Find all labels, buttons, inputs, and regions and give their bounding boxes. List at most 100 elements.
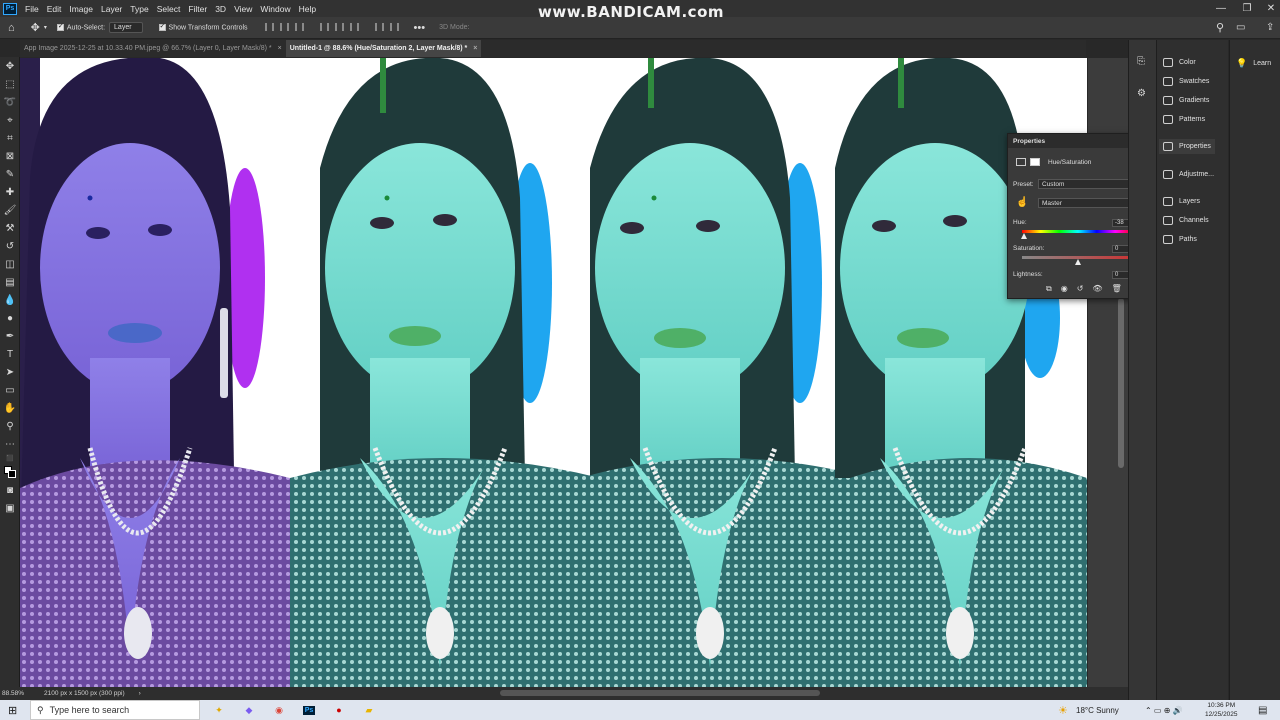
taskbar-search[interactable]: ⚲ Type here to search bbox=[30, 700, 200, 720]
crop-tool-icon[interactable]: ⌗ bbox=[0, 129, 20, 147]
dodge-tool-icon[interactable]: ● bbox=[0, 309, 20, 327]
photoshop-logo-icon[interactable]: Ps bbox=[3, 2, 17, 15]
edit-toolbar-icon[interactable]: ⋯ bbox=[0, 435, 20, 453]
pen-tool-icon[interactable]: ✒ bbox=[0, 327, 20, 345]
clock[interactable]: 10:36 PM 12/25/2025 bbox=[1205, 701, 1238, 719]
hue-slider[interactable] bbox=[1022, 230, 1134, 233]
clone-stamp-tool-icon[interactable]: ⚒ bbox=[0, 219, 20, 237]
default-colors-icon[interactable]: ⬛ bbox=[0, 453, 20, 463]
preset-dropdown[interactable]: Custom ▾ bbox=[1038, 179, 1138, 189]
type-tool-icon[interactable]: T bbox=[0, 345, 20, 363]
blur-tool-icon[interactable]: 💧 bbox=[0, 291, 20, 309]
scrollbar-thumb[interactable] bbox=[1118, 298, 1124, 468]
menu-file[interactable]: File bbox=[21, 4, 43, 14]
panel-layers[interactable]: Layers bbox=[1163, 197, 1200, 206]
lasso-tool-icon[interactable]: ➰ bbox=[0, 93, 20, 111]
weather-text[interactable]: 18°C Sunny bbox=[1076, 706, 1119, 715]
quick-mask-icon[interactable]: ◙ bbox=[0, 481, 20, 499]
align-right-icon[interactable] bbox=[292, 22, 307, 33]
healing-tool-icon[interactable]: ✚ bbox=[0, 183, 20, 201]
menu-edit[interactable]: Edit bbox=[43, 4, 66, 14]
saturation-slider-knob[interactable] bbox=[1075, 259, 1081, 265]
move-tool-icon[interactable]: ✥ bbox=[0, 57, 20, 75]
close-tab-icon[interactable]: × bbox=[473, 45, 477, 52]
tab-untitled-1[interactable]: Untitled-1 @ 88.6% (Hue/Saturation 2, La… bbox=[285, 40, 482, 57]
menu-filter[interactable]: Filter bbox=[184, 4, 211, 14]
auto-select-dropdown[interactable]: Layer bbox=[109, 22, 143, 33]
share-icon[interactable]: ⇪ bbox=[1266, 22, 1274, 33]
panel-properties[interactable]: Properties bbox=[1159, 139, 1215, 154]
align-left-icon[interactable] bbox=[262, 22, 277, 33]
notifications-icon[interactable]: ▤ bbox=[1258, 705, 1267, 716]
menu-select[interactable]: Select bbox=[153, 4, 185, 14]
brush-tool-icon[interactable]: 🖌 bbox=[0, 201, 20, 219]
search-icon[interactable]: ⚲ bbox=[1216, 21, 1224, 34]
panel-color[interactable]: Color bbox=[1163, 58, 1196, 67]
align-middle-icon[interactable] bbox=[332, 22, 347, 33]
bandicam-icon[interactable]: ● bbox=[328, 700, 350, 720]
shape-tool-icon[interactable]: ▭ bbox=[0, 381, 20, 399]
zoom-tool-icon[interactable]: ⚲ bbox=[0, 417, 20, 435]
gradient-tool-icon[interactable]: ▤ bbox=[0, 273, 20, 291]
panel-swatches[interactable]: Swatches bbox=[1163, 77, 1209, 86]
minimize-icon[interactable]: — bbox=[1210, 0, 1232, 17]
windows-start-icon[interactable]: ⊞ bbox=[8, 704, 17, 717]
file-explorer-icon[interactable]: ▰ bbox=[358, 700, 380, 720]
align-top-icon[interactable] bbox=[317, 22, 332, 33]
restore-icon[interactable]: ❐ bbox=[1236, 0, 1258, 17]
chrome-icon[interactable]: ◉ bbox=[268, 700, 290, 720]
path-select-tool-icon[interactable]: ➤ bbox=[0, 363, 20, 381]
hand-tool-icon[interactable]: ✋ bbox=[0, 399, 20, 417]
tray-icons[interactable]: ⌃ ▭ ⊕ 🔊 bbox=[1145, 706, 1183, 715]
hue-slider-knob[interactable] bbox=[1021, 233, 1028, 239]
distribute-icon[interactable] bbox=[387, 22, 402, 33]
align-bottom-icon[interactable] bbox=[347, 22, 362, 33]
chevron-down-icon[interactable]: ▾ bbox=[44, 24, 47, 31]
panel-channels[interactable]: Channels bbox=[1163, 216, 1209, 225]
workspace-icon[interactable]: ▭ bbox=[1236, 22, 1245, 33]
menu-type[interactable]: Type bbox=[126, 4, 152, 14]
menu-layer[interactable]: Layer bbox=[97, 4, 126, 14]
align-center-icon[interactable] bbox=[277, 22, 292, 33]
history-brush-tool-icon[interactable]: ↺ bbox=[0, 237, 20, 255]
close-icon[interactable]: ✕ bbox=[1260, 0, 1280, 17]
clip-to-layer-icon[interactable]: ⧉ bbox=[1046, 284, 1052, 294]
show-transform-checkbox[interactable]: Show Transform Controls bbox=[158, 22, 248, 31]
targeted-adjust-hand-icon[interactable]: ☝ bbox=[1016, 197, 1028, 208]
visibility-eye-icon[interactable]: 👁 bbox=[1092, 284, 1102, 294]
copilot-icon[interactable]: ◆ bbox=[238, 700, 260, 720]
panel-patterns[interactable]: Patterns bbox=[1163, 115, 1205, 124]
screen-mode-icon[interactable]: ▣ bbox=[0, 499, 20, 517]
move-tool-icon[interactable]: ✥ bbox=[31, 21, 40, 34]
mask-icon[interactable] bbox=[1030, 158, 1040, 166]
eyedropper-tool-icon[interactable]: ✎ bbox=[0, 165, 20, 183]
document-canvas[interactable] bbox=[20, 58, 1087, 688]
widgets-icon[interactable]: ✦ bbox=[208, 700, 230, 720]
status-arrow-icon[interactable]: › bbox=[139, 690, 141, 697]
menu-window[interactable]: Window bbox=[256, 4, 294, 14]
tab-app-image[interactable]: App Image 2025-12-25 at 10.33.40 PM.jpeg… bbox=[20, 40, 286, 57]
color-swatches-icon[interactable] bbox=[0, 463, 20, 481]
brush-settings-icon[interactable]: ⚙ bbox=[1137, 88, 1146, 99]
object-select-tool-icon[interactable]: ⌖ bbox=[0, 111, 20, 129]
close-tab-icon[interactable]: × bbox=[278, 45, 282, 52]
view-previous-icon[interactable]: ◉ bbox=[1061, 284, 1068, 294]
frame-tool-icon[interactable]: ⊠ bbox=[0, 147, 20, 165]
photoshop-taskbar-icon[interactable]: Ps bbox=[298, 700, 320, 720]
panel-gradients[interactable]: Gradients bbox=[1163, 96, 1209, 105]
eraser-tool-icon[interactable]: ◫ bbox=[0, 255, 20, 273]
trash-icon[interactable]: 🗑 bbox=[1112, 284, 1122, 294]
panel-paths[interactable]: Paths bbox=[1163, 235, 1197, 244]
reset-icon[interactable]: ↺ bbox=[1077, 284, 1084, 294]
zoom-level[interactable]: 88.58% bbox=[2, 690, 24, 697]
panel-learn[interactable]: 💡 Learn bbox=[1236, 58, 1271, 69]
menu-view[interactable]: View bbox=[230, 4, 256, 14]
menu-help[interactable]: Help bbox=[295, 4, 320, 14]
panel-adjustments[interactable]: Adjustme... bbox=[1163, 170, 1214, 179]
menu-image[interactable]: Image bbox=[65, 4, 97, 14]
more-options-icon[interactable]: ••• bbox=[414, 22, 426, 34]
home-icon[interactable]: ⌂ bbox=[8, 22, 15, 34]
auto-select-checkbox[interactable]: Auto-Select: bbox=[56, 22, 105, 31]
menu-3d[interactable]: 3D bbox=[211, 4, 230, 14]
channel-dropdown[interactable]: Master ▾ bbox=[1038, 198, 1138, 208]
